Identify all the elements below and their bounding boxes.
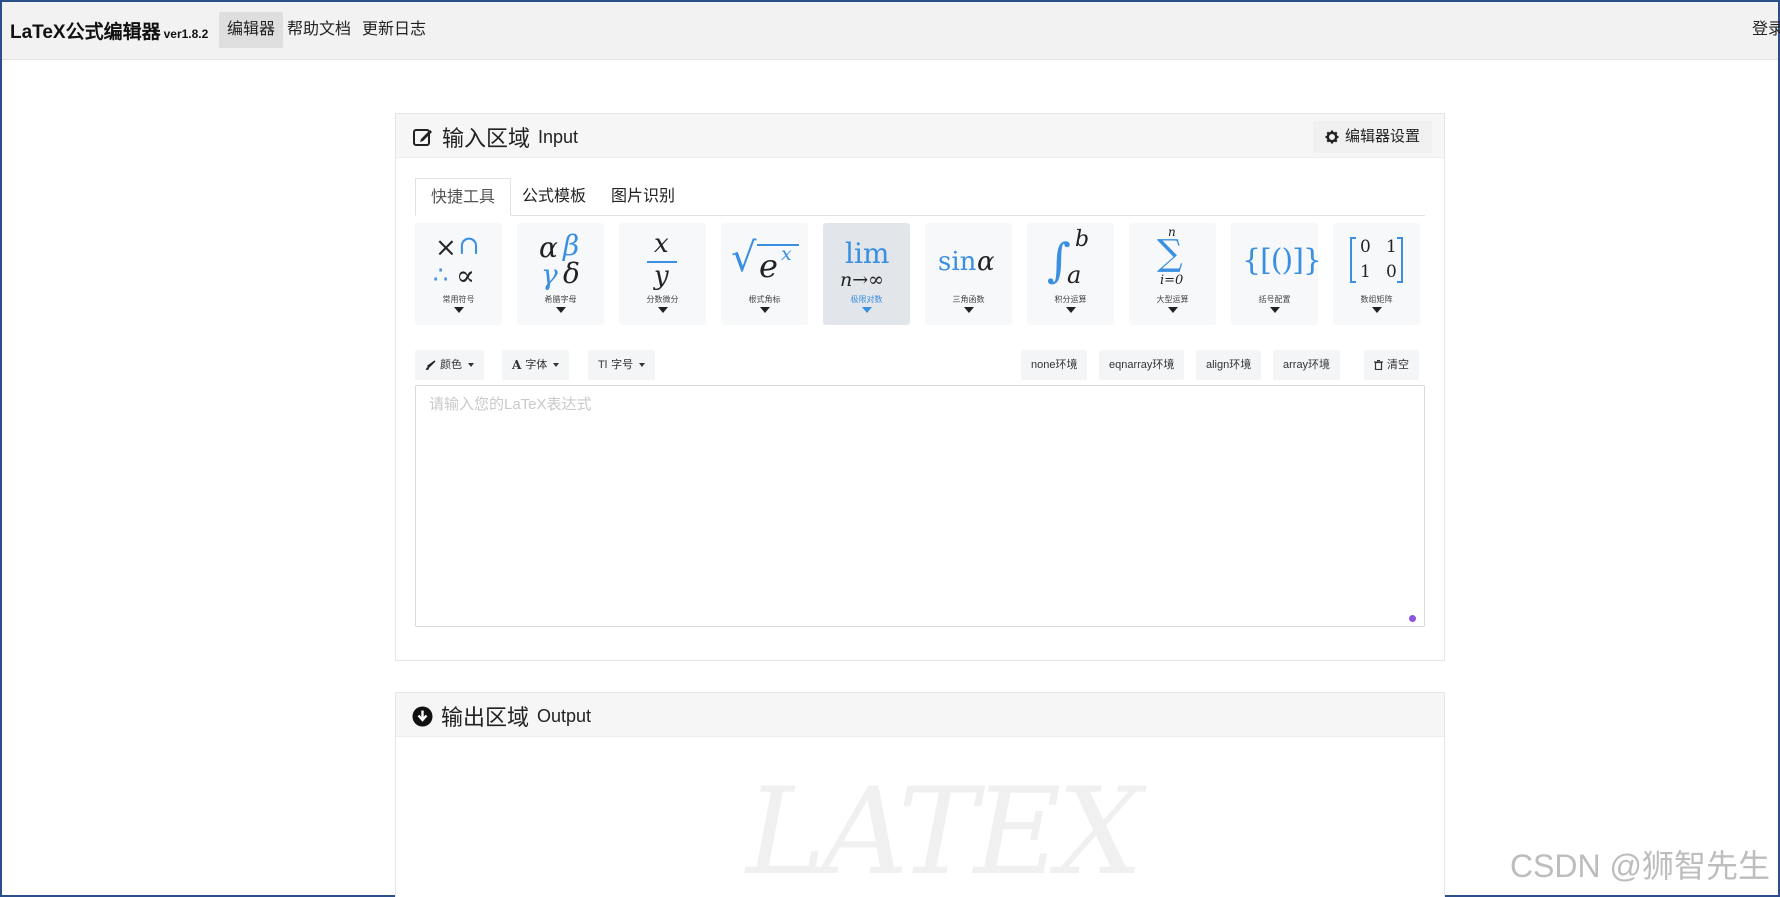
chevron-down-icon	[556, 307, 566, 313]
output-title-zh: 输出区域	[441, 705, 530, 730]
tool-greek-letters[interactable]: α β γ δ 希腊字母	[517, 223, 604, 325]
tool-label: 常用符号	[442, 295, 475, 304]
radical-icon: √ e x	[721, 229, 808, 293]
chevron-down-icon	[1270, 307, 1280, 313]
paintbrush-icon	[426, 359, 436, 370]
brand-title: LaTeX公式编辑器	[10, 22, 161, 43]
chevron-down-icon	[1168, 307, 1178, 313]
login-link[interactable]: 登录	[1752, 12, 1780, 48]
chevron-down-icon	[658, 307, 668, 313]
output-title-en: Output	[537, 705, 592, 726]
tool-integral[interactable]: ∫ b a 积分运算	[1027, 223, 1114, 325]
env-none-button[interactable]: none环境	[1021, 350, 1088, 380]
nav-help-docs[interactable]: 帮助文档	[279, 12, 359, 48]
tool-label: 极限对数	[850, 295, 883, 304]
navbar: LaTeX公式编辑器 ver1.8.2 编辑器 帮助文档 更新日志 登录	[2, 2, 1780, 60]
output-panel: 输出区域 Output LATEX	[395, 692, 1445, 897]
common-symbols-icon: × ∩ ∴ ∝	[433, 231, 480, 292]
chevron-down-icon	[760, 307, 770, 313]
output-panel-header: 输出区域 Output	[396, 693, 1444, 737]
tool-common-symbols[interactable]: × ∩ ∴ ∝ 常用符号	[415, 223, 502, 325]
chevron-down-icon	[454, 307, 464, 313]
font-icon: A	[512, 358, 522, 372]
csdn-watermark: CSDN @狮智先生	[1509, 848, 1770, 884]
tool-label: 希腊字母	[544, 295, 577, 304]
tool-label: 数组矩阵	[1360, 295, 1393, 304]
chevron-down-icon	[964, 307, 974, 313]
trash-icon	[1374, 360, 1383, 370]
app-brand[interactable]: LaTeX公式编辑器 ver1.8.2	[10, 17, 208, 44]
text-size-icon: Tl	[598, 359, 608, 371]
gear-icon	[1325, 130, 1339, 144]
font-size-dropdown-button[interactable]: Tl 字号	[588, 350, 656, 380]
tab-image-recognition[interactable]: 图片识别	[596, 178, 690, 216]
input-panel: 输入区域 Input 编辑器设置 快捷工具 公式模板 图片识别 × ∩ ∴ ∝ …	[395, 113, 1445, 661]
tool-label: 积分运算	[1054, 295, 1087, 304]
env-array-button[interactable]: array环境	[1273, 350, 1341, 380]
env-align-button[interactable]: align环境	[1196, 350, 1262, 380]
clear-button[interactable]: 清空	[1364, 350, 1419, 380]
latex-logo-watermark: LATEX	[746, 763, 1143, 897]
brand-version: ver1.8.2	[163, 27, 209, 41]
latex-input[interactable]	[416, 386, 1424, 626]
chevron-down-icon	[1066, 307, 1076, 313]
editor-settings-label: 编辑器设置	[1344, 128, 1420, 145]
resize-handle[interactable]	[1409, 615, 1416, 622]
edit-icon	[413, 129, 432, 146]
tool-label: 括号配置	[1258, 295, 1291, 304]
input-title-zh: 输入区域	[442, 126, 531, 151]
integral-icon: ∫ b a	[1047, 227, 1090, 289]
input-panel-header: 输入区域 Input 编辑器设置	[396, 114, 1444, 158]
tool-matrix[interactable]: 0 1 1 0 数组矩阵	[1333, 223, 1420, 325]
latex-editor	[415, 385, 1425, 627]
output-panel-title: 输出区域 Output	[412, 700, 591, 732]
tool-label: 分数微分	[646, 295, 679, 304]
tool-trig-function[interactable]: sin α 三角函数	[925, 223, 1012, 325]
input-tabs: 快捷工具 公式模板 图片识别	[415, 178, 1425, 216]
brackets-icon: {[()]}	[1242, 243, 1322, 278]
trig-icon: sin α	[938, 247, 995, 277]
fraction-icon: x y	[619, 229, 706, 293]
tool-label: 根式角标	[748, 295, 781, 304]
tool-label: 三角函数	[952, 295, 985, 304]
limit-icon: lim n→∞	[840, 237, 890, 291]
tool-large-operator[interactable]: n ∑ i=0 大型运算	[1129, 223, 1216, 325]
arrow-circle-down-icon	[412, 706, 433, 726]
sum-icon: n ∑ i=0	[1157, 225, 1184, 288]
tab-formula-templates[interactable]: 公式模板	[507, 178, 601, 216]
chevron-down-icon	[1372, 307, 1382, 313]
tool-brackets[interactable]: {[()]} 括号配置	[1231, 223, 1322, 325]
input-panel-title: 输入区域 Input	[412, 121, 578, 153]
font-dropdown-button[interactable]: A 字体	[502, 350, 570, 380]
tool-fraction[interactable]: x y 分数微分	[619, 223, 706, 325]
tool-label: 大型运算	[1156, 295, 1189, 304]
nav-changelog[interactable]: 更新日志	[354, 12, 434, 48]
editor-settings-button[interactable]: 编辑器设置	[1312, 121, 1432, 153]
matrix-icon: 0 1 1 0	[1333, 229, 1420, 293]
tab-quick-tools[interactable]: 快捷工具	[415, 178, 512, 216]
tool-radical-script[interactable]: √ e x 根式角标	[721, 223, 808, 325]
chevron-down-icon	[862, 307, 872, 313]
env-eqnarray-button[interactable]: eqnarray环境	[1099, 350, 1185, 380]
quick-tools-grid: × ∩ ∴ ∝ 常用符号 α β γ δ 希腊字母 x y 分数微分 √ e x…	[415, 223, 1425, 325]
tool-limit-log[interactable]: lim n→∞ 极限对数	[823, 223, 910, 325]
greek-letters-icon: α β γ δ	[539, 229, 580, 291]
input-title-en: Input	[538, 126, 579, 147]
color-dropdown-button[interactable]: 颜色	[415, 350, 484, 380]
nav-editor[interactable]: 编辑器	[219, 12, 284, 48]
